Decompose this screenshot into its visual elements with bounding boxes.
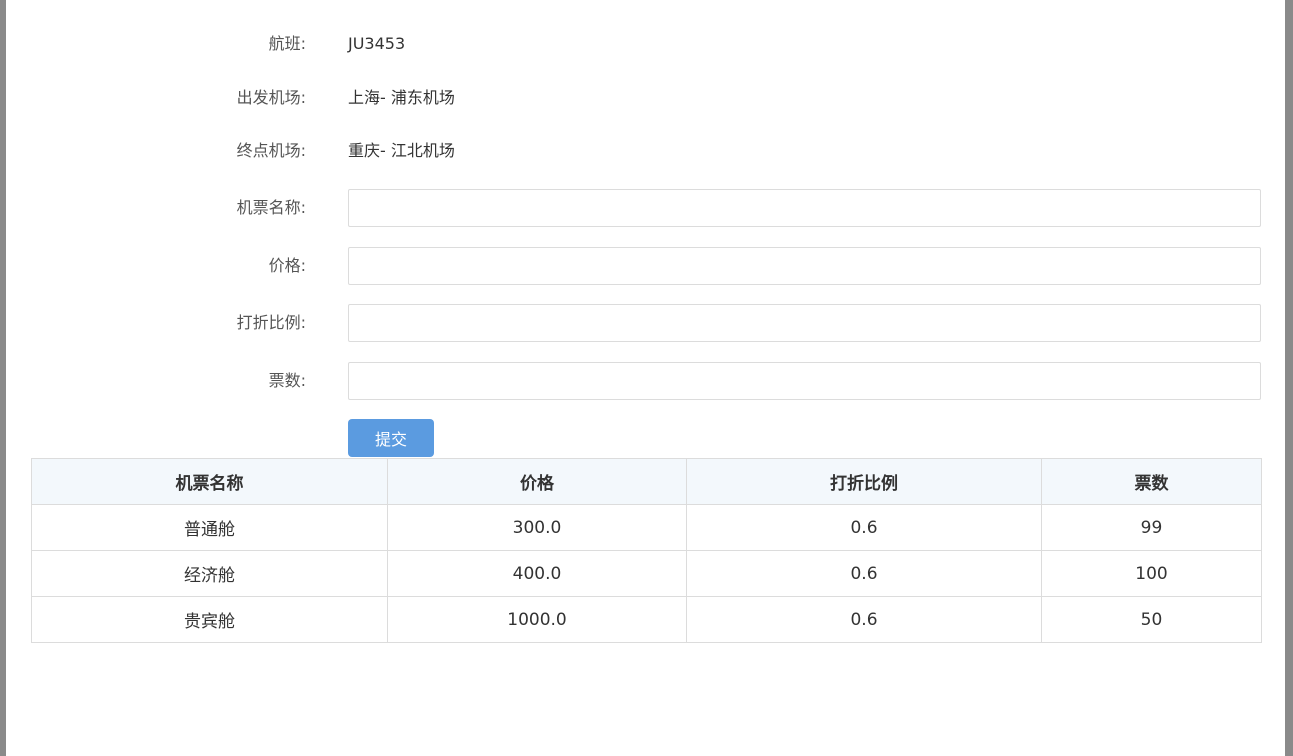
cell-ticket-name: 贵宾舱 (31, 596, 388, 643)
cell-ticket-name: 普通舱 (31, 504, 388, 551)
cell-price: 300.0 (387, 504, 687, 551)
destination-value: 重庆- 江北机场 (348, 141, 455, 160)
table-row: 普通舱 300.0 0.6 99 (31, 504, 1262, 551)
dialog-panel: 航班: JU3453 出发机场: 上海- 浦东机场 终点机场: 重庆- 江北机场… (6, 0, 1285, 756)
header-ticket-name: 机票名称 (31, 458, 388, 505)
price-input[interactable] (348, 247, 1261, 285)
ticket-name-label: 机票名称: (236, 198, 306, 217)
cell-ticket-name: 经济舱 (31, 550, 388, 597)
cell-price: 1000.0 (387, 596, 687, 643)
departure-value: 上海- 浦东机场 (348, 88, 455, 107)
ticket-table: 机票名称 价格 打折比例 票数 普通舱 300.0 0.6 99 经济舱 400… (31, 458, 1262, 643)
cell-price: 400.0 (387, 550, 687, 597)
table-header-row: 机票名称 价格 打折比例 票数 (31, 458, 1262, 505)
discount-row: 打折比例: (6, 304, 1285, 342)
ticket-name-input[interactable] (348, 189, 1261, 227)
header-discount: 打折比例 (686, 458, 1042, 505)
discount-input[interactable] (348, 304, 1261, 342)
departure-label: 出发机场: (236, 88, 306, 107)
cell-discount: 0.6 (686, 596, 1042, 643)
header-ticket-count: 票数 (1041, 458, 1262, 505)
window-frame: 航班: JU3453 出发机场: 上海- 浦东机场 终点机场: 重庆- 江北机场… (0, 0, 1293, 756)
destination-label: 终点机场: (236, 141, 306, 160)
table-row: 贵宾舱 1000.0 0.6 50 (31, 596, 1262, 643)
flight-value: JU3453 (348, 34, 406, 53)
table-row: 经济舱 400.0 0.6 100 (31, 550, 1262, 597)
cell-ticket-count: 50 (1041, 596, 1262, 643)
cell-ticket-count: 100 (1041, 550, 1262, 597)
ticket-count-row: 票数: (6, 362, 1285, 400)
cell-discount: 0.6 (686, 550, 1042, 597)
ticket-count-input[interactable] (348, 362, 1261, 400)
destination-row: 终点机场: 重庆- 江北机场 (6, 132, 1285, 170)
ticket-count-label: 票数: (268, 371, 306, 390)
cell-ticket-count: 99 (1041, 504, 1262, 551)
flight-label: 航班: (268, 34, 306, 53)
submit-button[interactable]: 提交 (348, 419, 434, 457)
ticket-name-row: 机票名称: (6, 189, 1285, 227)
discount-label: 打折比例: (236, 313, 306, 332)
header-price: 价格 (387, 458, 687, 505)
cell-discount: 0.6 (686, 504, 1042, 551)
flight-row: 航班: JU3453 (6, 25, 1285, 63)
price-label: 价格: (268, 256, 306, 275)
departure-row: 出发机场: 上海- 浦东机场 (6, 79, 1285, 117)
price-row: 价格: (6, 247, 1285, 285)
